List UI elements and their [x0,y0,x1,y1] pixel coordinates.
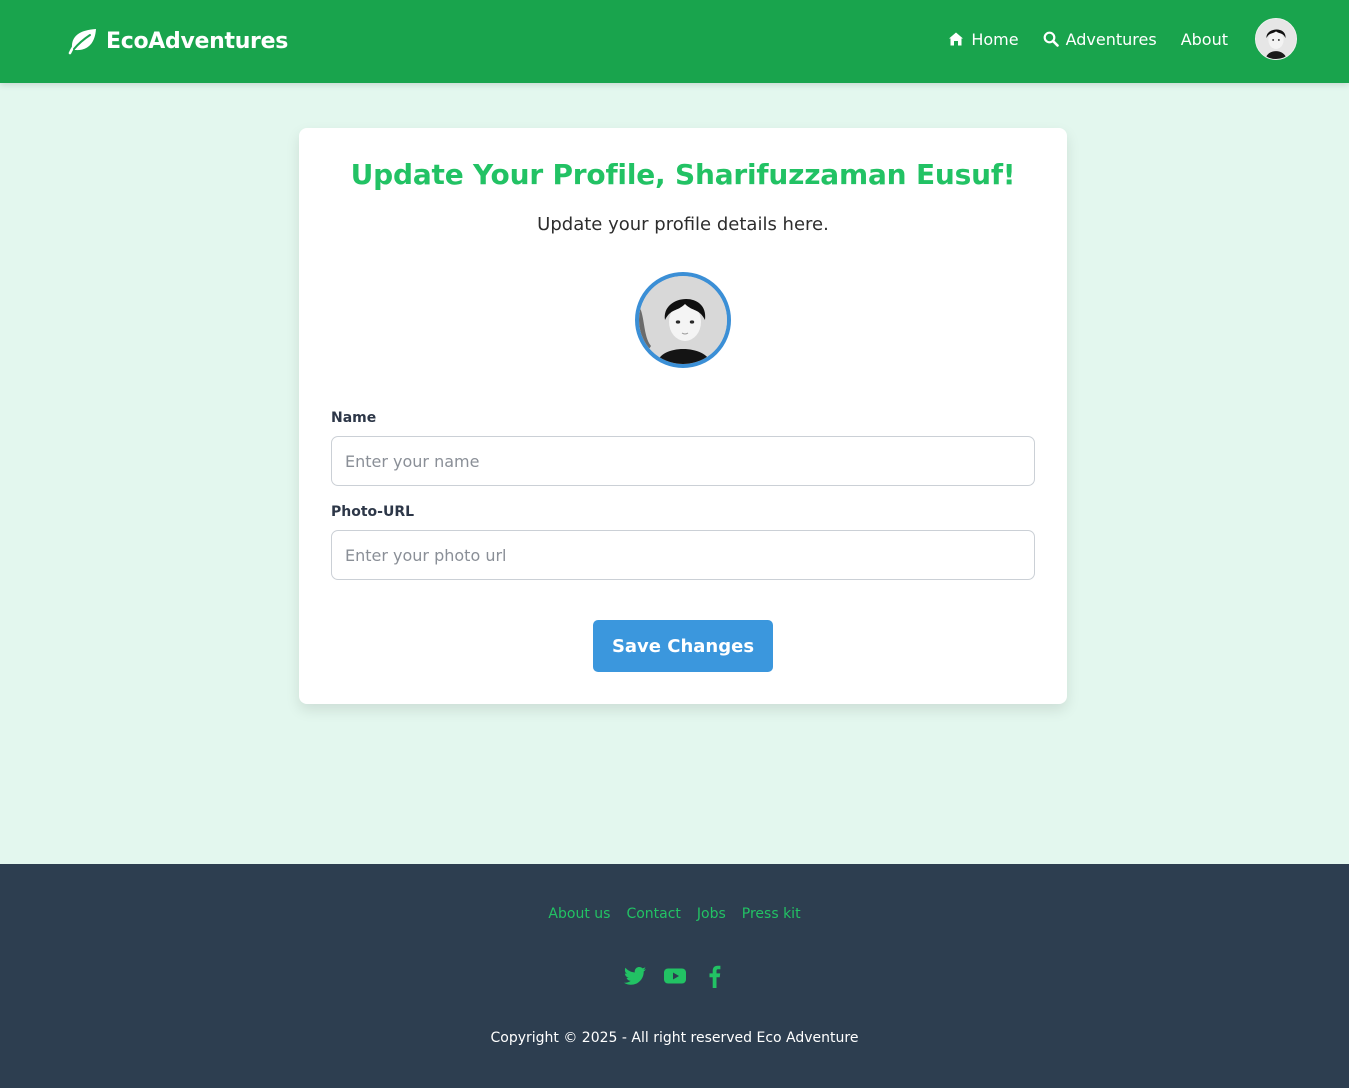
copyright-text: Copyright © 2025 - All right reserved Ec… [490,1030,859,1046]
home-icon [948,31,964,47]
page-subtitle: Update your profile details here. [537,214,829,235]
footer-link-about-us[interactable]: About us [548,906,610,922]
youtube-icon[interactable] [663,964,687,988]
nav-link-label: About [1180,29,1228,49]
footer-link-contact[interactable]: Contact [626,906,680,922]
profile-card: Update Your Profile, Sharifuzzaman Eusuf… [299,128,1067,704]
leaf-icon [66,26,98,56]
page-title: Update Your Profile, Sharifuzzaman Eusuf… [350,158,1016,191]
brand-name: EcoAdventures [106,28,289,54]
twitter-icon[interactable] [623,964,647,988]
navbar: EcoAdventures Home Adventures About [0,0,1349,83]
nav-links: Home Adventures About [924,18,1297,60]
photo-url-input[interactable] [331,530,1035,580]
name-input[interactable] [331,436,1035,486]
footer: About us Contact Jobs Press kit Copyrigh… [0,864,1349,1088]
footer-link-press-kit[interactable]: Press kit [742,906,801,922]
save-changes-button[interactable]: Save Changes [593,620,773,672]
nav-link-about[interactable]: About [1181,30,1228,49]
nav-link-adventures[interactable]: Adventures [1043,30,1157,49]
footer-link-jobs[interactable]: Jobs [697,906,726,922]
nav-link-label: Home [971,29,1019,49]
profile-avatar [635,272,731,368]
brand-logo[interactable]: EcoAdventures [66,26,288,56]
facebook-icon[interactable] [703,964,727,988]
search-icon [1043,31,1059,47]
name-label: Name [331,410,377,426]
nav-link-label: Adventures [1065,29,1157,49]
social-links [0,964,1349,988]
user-avatar[interactable] [1255,18,1297,60]
footer-links: About us Contact Jobs Press kit [0,906,1349,922]
photo-url-label: Photo-URL [331,504,415,520]
nav-link-home[interactable]: Home [948,29,1019,49]
